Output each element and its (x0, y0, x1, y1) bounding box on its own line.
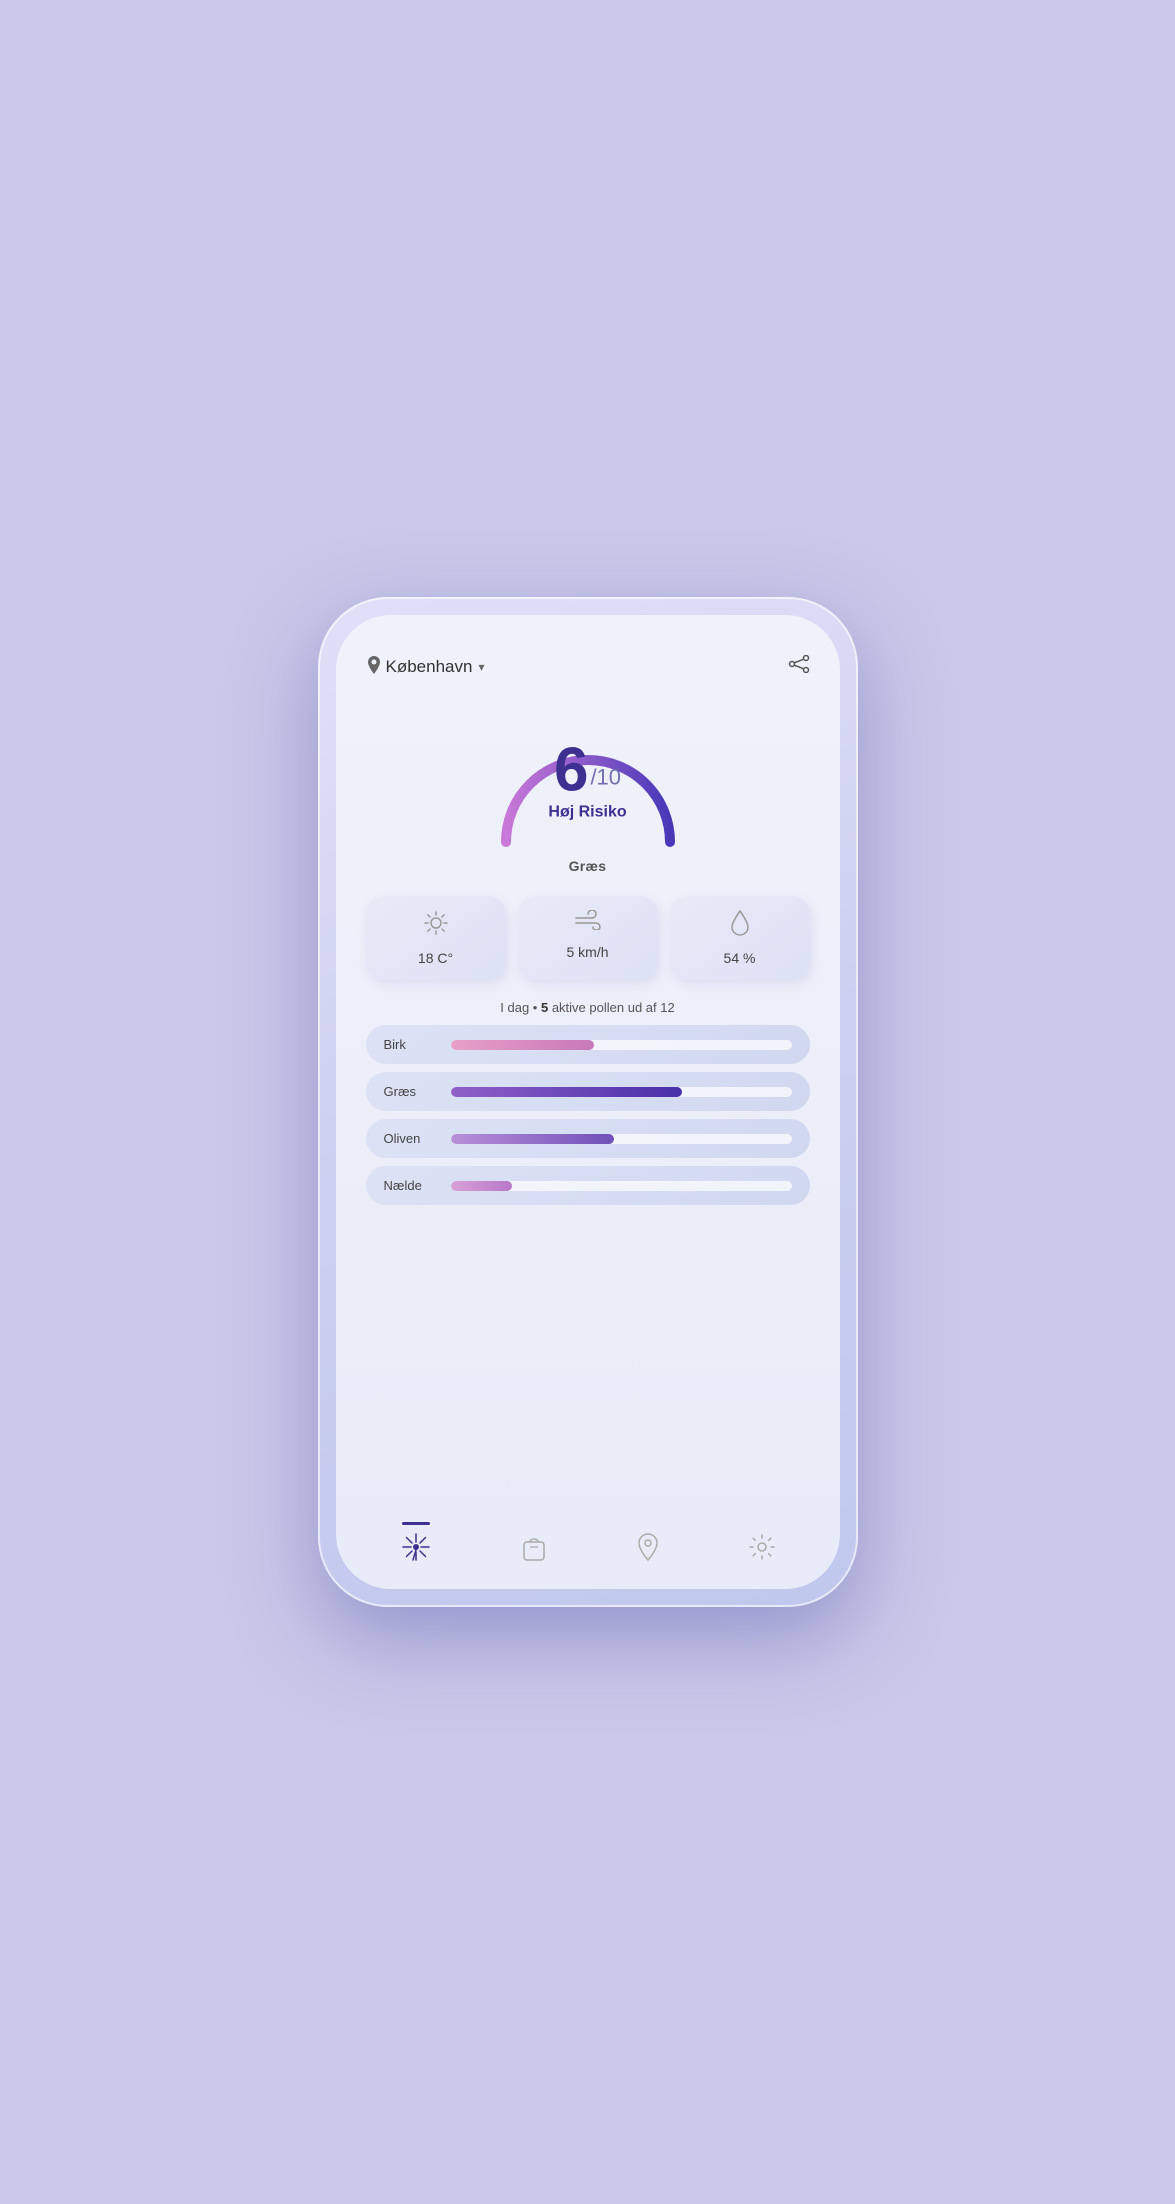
pollen-bar-naelde[interactable]: Nælde (366, 1166, 810, 1205)
wind-card: 5 km/h (518, 896, 658, 980)
pollen-fill-oliven (451, 1134, 615, 1144)
gauge-center-text: 6/10 Høj Risiko (548, 740, 626, 822)
pollen-summary-suffix: aktive pollen ud af 12 (548, 1000, 674, 1015)
gauge-risk-label: Høj Risiko (548, 804, 626, 822)
share-icon[interactable] (788, 655, 810, 679)
nav-home[interactable] (401, 1532, 431, 1569)
location-pin-icon (366, 656, 382, 679)
phone-screen: København ▾ (336, 615, 840, 1589)
pollen-name-graes: Græs (384, 1084, 439, 1099)
location-selector[interactable]: København ▾ (366, 656, 485, 679)
nav-settings[interactable] (749, 1534, 775, 1567)
humidity-value: 54 % (724, 950, 756, 966)
pollen-bars-list: Birk Græs Oliven (366, 1025, 810, 1510)
gauge-container: 6/10 Høj Risiko Græs (366, 694, 810, 874)
header: København ▾ (366, 655, 810, 679)
nav-location[interactable] (637, 1533, 659, 1568)
bottom-nav (336, 1518, 840, 1589)
pollen-track-birk (451, 1040, 792, 1050)
pollen-bar-graes[interactable]: Græs (366, 1072, 810, 1111)
gauge-svg: 6/10 Høj Risiko (478, 694, 698, 854)
location-nav-icon (637, 1533, 659, 1568)
pollen-name-naelde: Nælde (384, 1178, 439, 1193)
weather-cards: 18 C° 5 km/h (366, 896, 810, 980)
wind-icon (574, 910, 602, 936)
wind-value: 5 km/h (566, 944, 608, 960)
location-name: København (386, 657, 473, 677)
notch (518, 615, 658, 643)
nav-shop[interactable] (521, 1533, 547, 1568)
temperature-value: 18 C° (418, 950, 453, 966)
gauge-denom: /10 (590, 764, 621, 789)
bag-icon (521, 1533, 547, 1568)
temperature-card: 18 C° (366, 896, 506, 980)
sun-icon (423, 910, 449, 942)
chevron-down-icon: ▾ (478, 660, 484, 674)
pollen-name-oliven: Oliven (384, 1131, 439, 1146)
pollen-bar-oliven[interactable]: Oliven (366, 1119, 810, 1158)
pollen-type-label: Græs (569, 858, 607, 874)
humidity-card: 54 % (670, 896, 810, 980)
pollen-track-oliven (451, 1134, 792, 1144)
pollen-summary-prefix: I dag • (500, 1000, 541, 1015)
pollen-fill-naelde (451, 1181, 512, 1191)
phone-frame: København ▾ (318, 597, 858, 1607)
pollen-fill-birk (451, 1040, 594, 1050)
dandelion-icon (401, 1532, 431, 1569)
pollen-track-graes (451, 1087, 792, 1097)
pollen-track-naelde (451, 1181, 792, 1191)
gauge-score: 6 (554, 736, 588, 805)
pollen-summary: I dag • 5 aktive pollen ud af 12 (366, 1000, 810, 1015)
pollen-fill-graes (451, 1087, 683, 1097)
pollen-bar-birk[interactable]: Birk (366, 1025, 810, 1064)
gear-icon (749, 1534, 775, 1567)
pollen-name-birk: Birk (384, 1037, 439, 1052)
drop-icon (731, 910, 749, 942)
